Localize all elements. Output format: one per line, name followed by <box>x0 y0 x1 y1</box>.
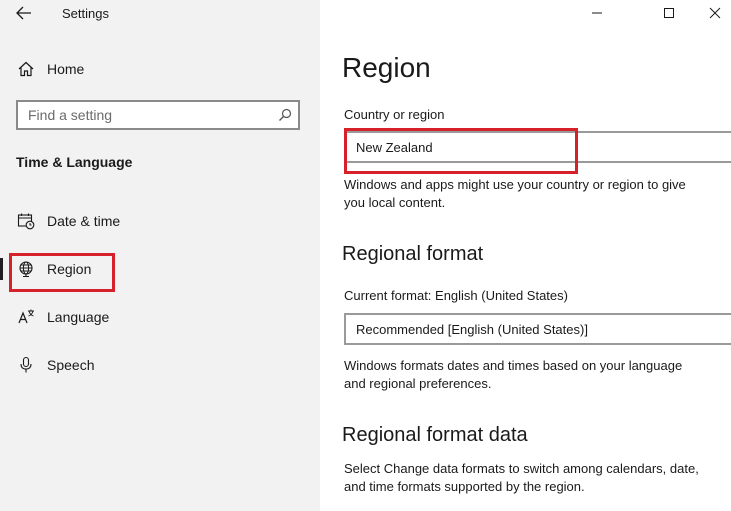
search-icon[interactable] <box>272 108 298 122</box>
section-title: Time & Language <box>16 154 133 170</box>
globe-icon <box>16 260 36 278</box>
app-title: Settings <box>62 6 109 21</box>
sidebar: Settings Home Time & Language D <box>0 0 320 511</box>
sidebar-item-label: Region <box>47 261 92 277</box>
language-icon <box>16 308 36 326</box>
regional-format-dropdown[interactable]: Recommended [English (United States)] <box>344 313 731 345</box>
main-content: Region Country or region New Zealand Win… <box>320 0 731 511</box>
maximize-button[interactable] <box>646 0 692 26</box>
sidebar-item-date-time[interactable]: Date & time <box>0 203 320 239</box>
regional-format-description: Windows formats dates and times based on… <box>344 358 683 391</box>
sidebar-item-label: Date & time <box>47 213 121 229</box>
home-icon <box>16 60 36 78</box>
sidebar-item-home[interactable]: Home <box>0 51 320 87</box>
sidebar-item-region[interactable]: Region <box>0 251 320 287</box>
sidebar-item-language[interactable]: Language <box>0 299 320 335</box>
sidebar-item-speech[interactable]: Speech <box>0 347 320 383</box>
regional-format-data-description: Select Change data formats to switch amo… <box>344 461 699 494</box>
close-icon <box>709 7 721 19</box>
microphone-icon <box>16 356 36 374</box>
current-format-label: Current format: English (United States) <box>344 288 568 303</box>
active-indicator <box>0 258 3 280</box>
sidebar-item-label: Language <box>47 309 110 325</box>
page-title: Region <box>342 52 431 83</box>
calendar-clock-icon <box>16 212 36 230</box>
regional-format-data-heading: Regional format data <box>342 424 528 446</box>
country-label: Country or region <box>344 107 445 122</box>
search-input[interactable] <box>28 107 272 123</box>
search-box[interactable] <box>16 100 300 130</box>
regional-format-heading: Regional format <box>342 243 484 265</box>
minimize-button[interactable] <box>574 0 620 26</box>
sidebar-item-label: Home <box>47 61 85 77</box>
regional-format-value: Recommended [English (United States)] <box>356 321 588 337</box>
minimize-icon <box>592 12 602 14</box>
country-value: New Zealand <box>356 139 433 155</box>
close-button[interactable] <box>692 0 731 26</box>
sidebar-item-label: Speech <box>47 357 95 373</box>
country-description: Windows and apps might use your country … <box>344 177 686 210</box>
maximize-icon <box>664 8 674 18</box>
country-dropdown[interactable]: New Zealand <box>344 131 731 163</box>
back-button[interactable] <box>6 0 42 26</box>
back-arrow-icon <box>16 6 31 20</box>
